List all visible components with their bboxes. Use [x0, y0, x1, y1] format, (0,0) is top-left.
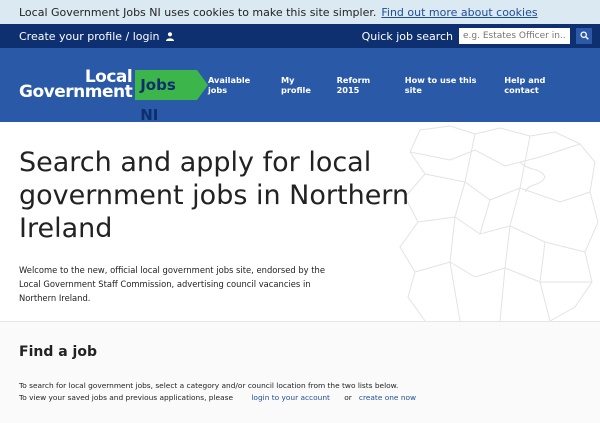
quick-job-search: Quick job search: [362, 28, 592, 44]
nav-help-contact[interactable]: Help and contact: [504, 75, 580, 95]
quick-search-input[interactable]: [459, 28, 570, 44]
logo-arrow-icon: [196, 70, 208, 100]
find-job-heading: Find a job: [19, 344, 97, 360]
cookie-message: Local Government Jobs NI uses cookies to…: [19, 5, 377, 19]
user-icon: [165, 31, 174, 41]
logo-badge-text: Jobs NI: [135, 70, 197, 124]
cookie-banner: Local Government Jobs NI uses cookies to…: [0, 0, 600, 24]
utility-bar: Create your profile / login Quick job se…: [0, 24, 600, 48]
nav-reform-2015[interactable]: Reform 2015: [337, 75, 394, 95]
nav-how-to-use[interactable]: How to use this site: [405, 75, 494, 95]
login-account-link[interactable]: login to your account: [251, 393, 330, 402]
hero-section: Search and apply for local government jo…: [0, 122, 600, 322]
site-logo[interactable]: Local Government Jobs NI: [19, 69, 208, 124]
search-icon: [579, 30, 589, 43]
page-title: Search and apply for local government jo…: [19, 147, 410, 244]
or-text: or: [344, 393, 352, 402]
quick-search-label: Quick job search: [361, 29, 453, 43]
intro-text: Welcome to the new, official local gover…: [19, 265, 326, 303]
search-button[interactable]: [576, 28, 592, 44]
create-profile-login-link[interactable]: Create your profile / login: [19, 30, 174, 43]
logo-text: Local Government: [19, 69, 133, 102]
site-header: Local Government Jobs NI Available jobs …: [0, 48, 600, 124]
main-nav: Available jobs My profile Reform 2015 Ho…: [208, 75, 580, 95]
cookie-info-link[interactable]: Find out more about cookies: [381, 6, 537, 19]
find-instructions: To search for local government jobs, sel…: [19, 381, 399, 390]
saved-jobs-text: To view your saved jobs and previous app…: [19, 393, 234, 402]
nav-available-jobs[interactable]: Available jobs: [208, 75, 270, 95]
profile-login-label: Create your profile / login: [19, 29, 160, 43]
find-job-section: Find a job To search for local governmen…: [0, 322, 600, 423]
logo-badge: Jobs NI: [135, 70, 208, 124]
saved-jobs-line: To view your saved jobs and previous app…: [19, 392, 581, 404]
logo-line-2: Government: [19, 82, 133, 102]
create-account-link[interactable]: create one now: [359, 393, 416, 402]
nav-my-profile[interactable]: My profile: [281, 75, 326, 95]
